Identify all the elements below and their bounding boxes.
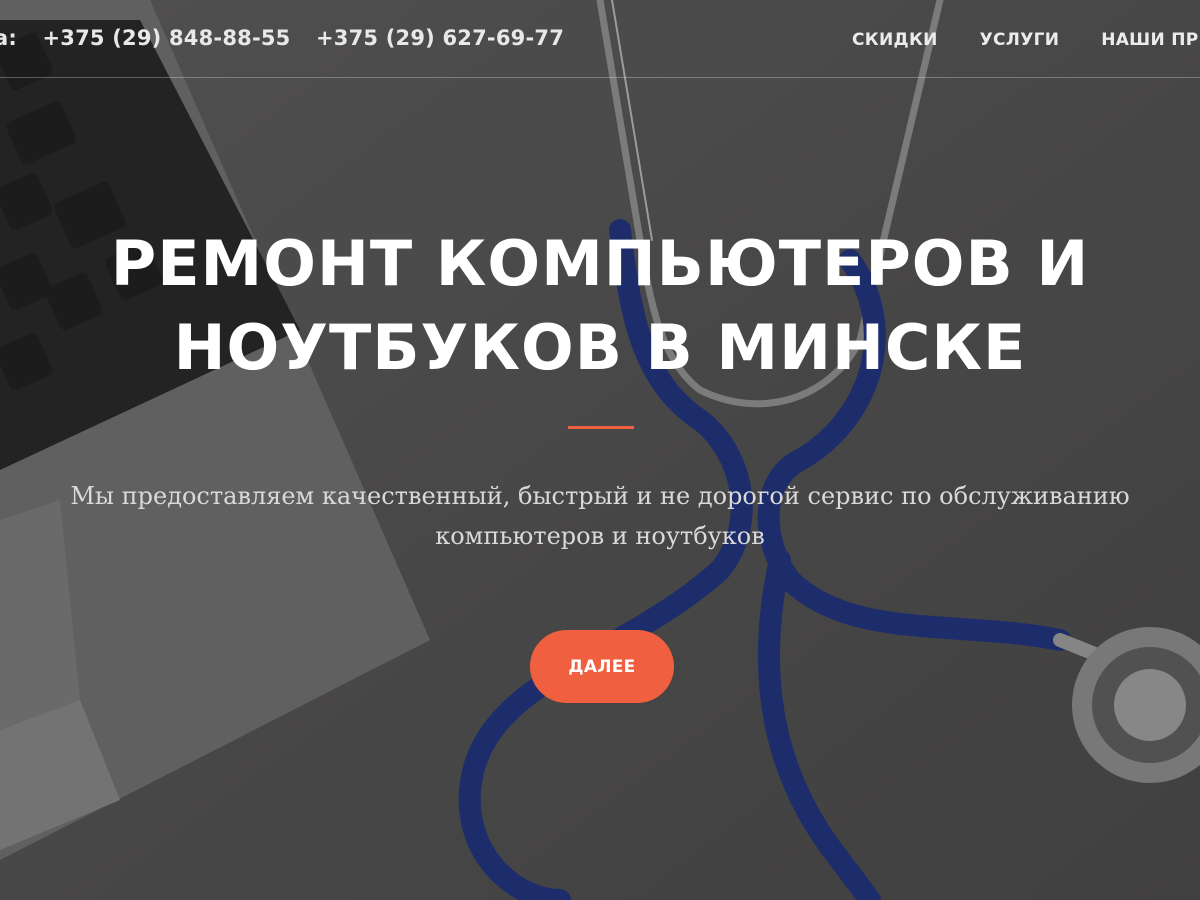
hero-section: а: +375 (29) 848-88-55 +375 (29) 627-69-… — [0, 0, 1200, 900]
phone-link-2[interactable]: +375 (29) 627-69-77 — [316, 26, 564, 50]
phone-link-1[interactable]: +375 (29) 848-88-55 — [43, 26, 291, 50]
hero-subtitle: Мы предоставляем качественный, быстрый и… — [60, 476, 1140, 556]
nav-item-services[interactable]: УСЛУГИ — [980, 30, 1060, 50]
phone-prefix: а: — [0, 26, 17, 50]
accent-divider — [568, 426, 634, 429]
title-line-2: НОУТБУКОВ В МИНСКЕ — [173, 311, 1027, 384]
top-bar: а: +375 (29) 848-88-55 +375 (29) 627-69-… — [0, 0, 1200, 78]
title-line-1: РЕМОНТ КОМПЬЮТЕРОВ И — [110, 227, 1090, 300]
nav-item-discounts[interactable]: СКИДКИ — [852, 30, 938, 50]
main-nav: СКИДКИ УСЛУГИ НАШИ ПРИЕМ — [852, 30, 1200, 50]
phone-list: а: +375 (29) 848-88-55 +375 (29) 627-69-… — [0, 26, 582, 50]
subtitle-line-1: Мы предоставляем качественный, быстрый и… — [70, 482, 1130, 510]
page-title: РЕМОНТ КОМПЬЮТЕРОВ И НОУТБУКОВ В МИНСКЕ — [0, 222, 1200, 390]
subtitle-line-2: компьютеров и ноутбуков — [435, 522, 765, 550]
next-button[interactable]: ДАЛЕЕ — [530, 630, 674, 703]
nav-item-our-advantages[interactable]: НАШИ ПРИЕМ — [1101, 30, 1200, 50]
dark-overlay — [0, 0, 1200, 900]
